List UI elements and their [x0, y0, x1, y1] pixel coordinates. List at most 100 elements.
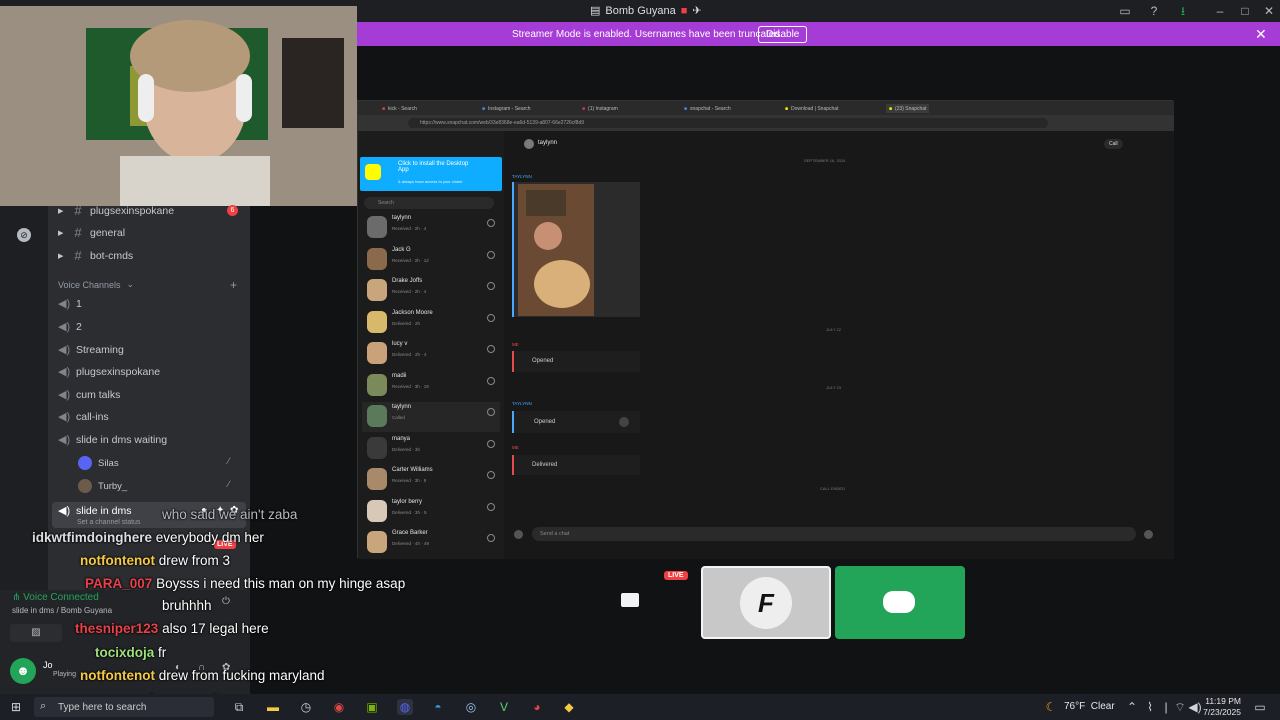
send-chat-input[interactable]: Send a chat [532, 527, 1136, 541]
browser-tab[interactable]: ■ kick - Search [382, 104, 417, 113]
contact-row[interactable]: taylynn Received · 2h · 4 [362, 213, 500, 243]
url-input[interactable]: https://www.snapchat.com/web/33e8368e-ea… [408, 118, 1048, 128]
camera-icon[interactable] [487, 408, 495, 416]
tab-label: Download | Snapchat [791, 105, 839, 112]
voice-user-silas[interactable]: Silas [78, 456, 119, 470]
contact-status: Received · 2h · 12 [392, 257, 429, 263]
disconnect-icon[interactable]: ⏻ [222, 596, 230, 607]
camera-icon[interactable] [487, 313, 495, 322]
clock-date[interactable]: 7/23/2025 [1201, 707, 1241, 717]
voice-channel-cum-talks[interactable]: ◀) cum talks [58, 388, 120, 402]
contact-row[interactable]: taylor berry Delivered · 3h · 5 [362, 497, 500, 527]
close-banner-icon[interactable]: ✕ [1255, 26, 1267, 43]
voice-connected-status[interactable]: ⋔ Voice Connected [12, 592, 99, 603]
contact-row[interactable]: Grace Barker Delivered · 4h · 49 [362, 528, 500, 558]
voice-channel-call-ins[interactable]: ◀) call-ins [58, 410, 109, 424]
contact-row[interactable]: Carter Williams Received · 3h · 9 [362, 465, 500, 495]
voice-channel-plugsexinspokane[interactable]: ◀) plugsexinspokane [58, 365, 161, 379]
voice-channel-2[interactable]: ◀) 2 [58, 320, 82, 334]
participant-tile[interactable] [835, 566, 965, 639]
browser-tab[interactable]: ■ (1) Instagram [582, 104, 618, 113]
voice-user-turby[interactable]: Turby_ [78, 479, 127, 493]
voice-channel-slide-in-dms[interactable]: ◀) slide in dms [58, 504, 131, 518]
channel-bot-cmds[interactable]: ▶ # bot-cmds [58, 248, 133, 263]
voice-channel-1[interactable]: ◀) 1 [58, 297, 82, 311]
windows-start-icon[interactable]: ⊞ [8, 699, 24, 715]
edge-icon[interactable]: ◓ [430, 699, 446, 715]
camera-icon[interactable] [487, 534, 495, 542]
clock-time[interactable]: 11:19 PM [1203, 696, 1241, 706]
download-icon[interactable]: ⭳ [1175, 3, 1191, 19]
task-view-icon[interactable]: ⧉ [231, 699, 247, 715]
app-icon[interactable]: ◉ [331, 699, 347, 715]
snapchat-search-input[interactable]: Search [364, 197, 494, 209]
channel-status[interactable]: Set a channel status [77, 519, 140, 526]
participant-tile[interactable]: F [701, 566, 831, 639]
voice-channels-header[interactable]: Voice Channels ⌄ [58, 279, 134, 290]
close-window-icon[interactable]: ✕ [1261, 3, 1277, 19]
voice-channel-slide-in-dms-waiting[interactable]: ◀) slide in dms waiting [58, 433, 167, 447]
camera-off-button[interactable]: ▨ [10, 624, 62, 642]
disable-button[interactable]: Disable [758, 26, 808, 43]
avatar[interactable]: ☻ [10, 658, 36, 684]
vim-icon[interactable]: V [496, 699, 512, 715]
stream-tile[interactable]: LIVE [566, 566, 696, 639]
camera-icon[interactable] [487, 376, 495, 385]
search-icon: ⌕ [40, 700, 47, 712]
network-icon[interactable]: ⌇ [1142, 699, 1158, 715]
contact-row[interactable]: madii Received · 3h · 19 [362, 371, 500, 401]
replay-icon[interactable] [619, 417, 629, 427]
camera-icon[interactable] [487, 471, 495, 479]
screenshare-window[interactable]: ■ kick - Search ■ Instagram - Search ■ (1) … [357, 100, 1174, 559]
help-icon[interactable]: ? [1146, 3, 1162, 19]
discover-icon[interactable]: ⊘ [17, 228, 31, 242]
browser-tab[interactable]: ■ Download | Snapchat [785, 104, 838, 113]
browser-tab-active[interactable]: ■ (23) Snapchat [886, 104, 930, 113]
maximize-icon[interactable]: □ [1237, 3, 1253, 19]
voice-connected-panel: ⋔ Voice Connected slide in dms / Bomb Gu… [0, 590, 250, 650]
camera-icon[interactable] [487, 439, 495, 448]
camera-icon[interactable] [487, 502, 495, 511]
file-explorer-icon[interactable]: ▬ [265, 699, 281, 715]
inbox-icon[interactable]: ▭ [1117, 3, 1133, 19]
contact-row[interactable]: Jackson Moore Delivered · 2h [362, 308, 500, 338]
nvidia-icon[interactable]: ▣ [364, 699, 380, 715]
taskbar: ⊞ ⌕ Type here to search ⧉ ▬ ◷ ◉ ▣ ◍ ◓ ◎ … [0, 694, 1280, 720]
contact-row[interactable]: manya Delivered · 3h [362, 434, 500, 464]
steam-icon[interactable]: ◎ [463, 699, 479, 715]
voice-location[interactable]: slide in dms / Bomb Guyana [12, 606, 112, 615]
contact-row[interactable]: taylynn Called [362, 402, 500, 432]
contact-row[interactable]: Drake Joffs Received · 2h · 4 [362, 276, 500, 306]
camera-icon[interactable] [487, 282, 495, 290]
emoji-icon[interactable] [1144, 530, 1153, 539]
install-app-banner[interactable]: Click to install the Desktop App & alway… [360, 157, 502, 191]
browser-tab[interactable]: ■ Instagram - Search [482, 104, 531, 113]
call-button[interactable]: Call [1104, 139, 1123, 149]
discord-taskbar-icon[interactable]: ◍ [397, 699, 413, 715]
contact-row[interactable]: lucy v Delivered · 2h · 4 [362, 339, 500, 369]
camera-icon[interactable] [487, 250, 495, 259]
clock-app-icon[interactable]: ◷ [298, 699, 314, 715]
weather-text[interactable]: 76°F Clear [1064, 701, 1115, 712]
camera-icon[interactable] [487, 345, 495, 353]
minimize-icon[interactable]: – [1212, 3, 1228, 19]
contact-row[interactable]: Jack G Received · 2h · 12 [362, 245, 500, 275]
date-divider: SEPTEMBER 16, 2024 [804, 158, 846, 163]
taskbar-search[interactable]: ⌕ Type here to search [34, 697, 214, 717]
add-channel-icon[interactable]: + [230, 278, 237, 292]
camera-icon[interactable] [514, 530, 523, 539]
avatar: F [740, 577, 792, 629]
browser-tab[interactable]: ■ snapchat - Search [684, 104, 731, 113]
channel-plugsexinspokane[interactable]: ▶ # plugsexinspokane [58, 203, 174, 218]
chrome-icon[interactable]: ◕ [529, 699, 545, 715]
app-icon[interactable]: ◆ [561, 699, 577, 715]
wifi-icon[interactable]: ⌔ [1172, 699, 1188, 715]
snap-photo[interactable] [512, 182, 640, 317]
chevron-up-icon[interactable]: ⌃ [1124, 699, 1140, 715]
chat-header-name: taylynn [538, 140, 558, 146]
channel-general[interactable]: ▶ # general [58, 225, 125, 240]
voice-channel-streaming[interactable]: ◀) Streaming [58, 343, 124, 357]
camera-icon[interactable] [487, 219, 495, 227]
channel-label: plugsexinspokane [76, 365, 161, 378]
notification-icon[interactable]: ▭ [1252, 699, 1268, 715]
